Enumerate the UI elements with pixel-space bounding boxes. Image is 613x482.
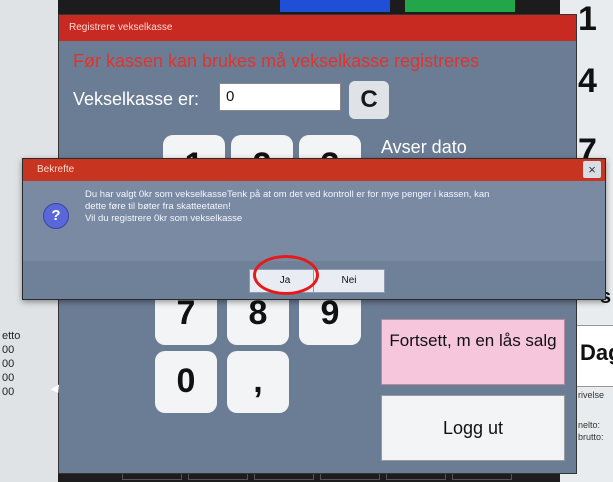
side-small-label: nelto:	[578, 420, 601, 430]
dialog-body: ? Du har valgt 0kr som vekselkasseTenk p…	[23, 181, 605, 261]
left-value: 00	[2, 344, 15, 356]
dialog-title: Bekrefte	[37, 164, 75, 175]
confirm-dialog: Bekrefte × ? Du har valgt 0kr som veksel…	[22, 158, 606, 300]
background-green-tile	[405, 0, 515, 12]
background-blue-tile	[280, 0, 390, 12]
dialog-message-line: dette føre til bøter fra skatteetaten!	[85, 201, 231, 212]
left-value: 00	[2, 386, 15, 398]
no-button[interactable]: Nei	[313, 269, 385, 293]
side-digit: 4	[578, 62, 597, 100]
side-small-label: rivelse	[578, 390, 605, 400]
left-value: 00	[2, 372, 15, 384]
keypad-comma-button[interactable]: ,	[227, 351, 289, 413]
dialog-message-line: Du har valgt 0kr som vekselkasseTenk på …	[85, 189, 490, 200]
left-value: 00	[2, 358, 15, 370]
close-icon[interactable]: ×	[583, 161, 601, 178]
side-digit: 1	[578, 0, 597, 38]
float-amount-label: Vekselkasse er:	[73, 89, 200, 109]
dialog-message-line: Vil du registrere 0kr som vekselkasse	[85, 213, 243, 224]
float-amount-input[interactable]: 0	[219, 83, 341, 111]
logout-button[interactable]: Logg ut	[381, 395, 565, 461]
date-label: Avser dato	[381, 137, 467, 157]
continue-lock-sales-button[interactable]: Fortsett, m en lås salg	[381, 319, 565, 385]
question-icon: ?	[43, 203, 69, 229]
warning-text: Før kassen kan brukes må vekselkasse reg…	[73, 51, 480, 71]
side-small-label: brutto:	[578, 432, 604, 442]
side-dag-label: Dag	[580, 340, 613, 365]
keypad-0-button[interactable]: 0	[155, 351, 217, 413]
window-title: Registrere vekselkasse	[59, 15, 576, 41]
dialog-message: Du har valgt 0kr som vekselkasseTenk på …	[85, 189, 593, 225]
clear-button[interactable]: C	[349, 81, 389, 119]
dialog-title-bar: Bekrefte ×	[23, 159, 605, 181]
left-label: etto	[2, 330, 21, 342]
highlight-circle-annotation	[253, 255, 319, 295]
